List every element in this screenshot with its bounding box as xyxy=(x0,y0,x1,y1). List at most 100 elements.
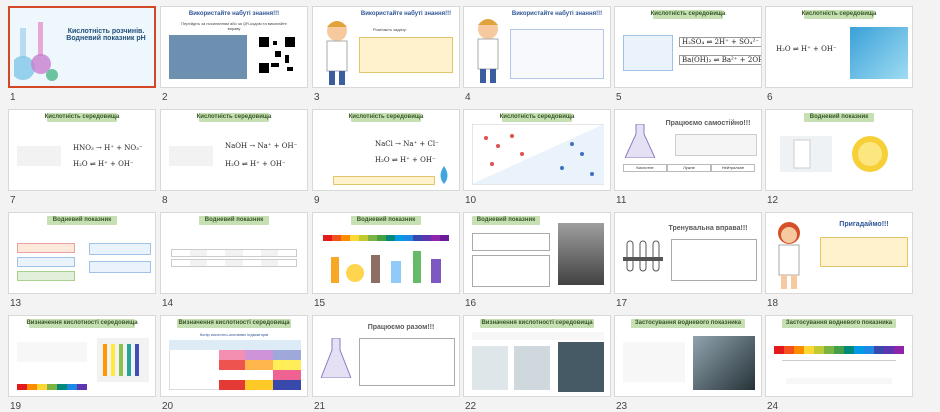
formula: H₂O ⇌ H⁺ + OH⁻ xyxy=(375,156,436,164)
flask-icon xyxy=(321,338,351,378)
slide-24-title: Застосування водневого показника xyxy=(785,320,893,326)
slide-5[interactable]: Кислотність середовища H₂SO₄ ⇌ 2H⁺ + SO₄… xyxy=(614,6,762,88)
info-box xyxy=(17,257,75,267)
qr-code-icon xyxy=(257,35,297,75)
slide-17[interactable]: Тренувальна вправа!!! xyxy=(614,212,762,294)
slide-number: 12 xyxy=(767,195,779,206)
slide-7[interactable]: Кислотність середовища HNO₃ → H⁺ + NO₃⁻ … xyxy=(8,109,156,191)
formula: Ba(OH)₂ ⇌ Ba²⁺ + 2OH⁻ xyxy=(679,55,761,65)
slide-20-subtitle: Колір кислотно-основних індикаторів xyxy=(199,332,269,337)
slide-6-title: Кислотність середовища xyxy=(801,11,877,17)
slide-number: 22 xyxy=(465,401,477,412)
slide-1-title: Кислотність розчинів. Водневий показник … xyxy=(66,28,146,42)
slide-number: 11 xyxy=(616,195,627,206)
slide-number: 1 xyxy=(10,92,16,103)
slide-2[interactable]: Використайте набуті знання!!! Перейдіть … xyxy=(160,6,308,88)
slide-number: 10 xyxy=(465,195,477,206)
info-box xyxy=(89,261,151,273)
slide-16-title: Водневий показник xyxy=(476,217,536,223)
slide-number: 9 xyxy=(314,195,320,206)
slide-18[interactable]: Пригадаймо!!! xyxy=(765,212,913,294)
flask-icon xyxy=(625,124,655,158)
slide-9[interactable]: Кислотність середовища NaCl → Na⁺ + Cl⁻ … xyxy=(312,109,460,191)
text-box xyxy=(472,233,550,251)
slide-sorter-grid: Кислотність розчинів. Водневий показник … xyxy=(0,0,940,412)
scientist-boy-illustration xyxy=(326,21,348,85)
slide-number: 15 xyxy=(314,298,326,309)
slide-number: 8 xyxy=(162,195,168,206)
slide-3[interactable]: Використайте набуті знання!!! Розв'яжіть… xyxy=(312,6,460,88)
slide-number: 21 xyxy=(314,401,326,412)
ph-scale-table xyxy=(171,249,297,257)
formula: NaOH → Na⁺ + OH⁻ xyxy=(225,142,298,150)
slide-12-title: Водневий показник xyxy=(809,114,869,120)
question-box xyxy=(820,237,908,267)
slide-5-title: Кислотність середовища xyxy=(650,11,726,17)
slide-number: 20 xyxy=(162,401,174,412)
caption-text xyxy=(786,378,892,384)
slide-24[interactable]: Застосування водневого показника xyxy=(765,315,913,397)
slide-number: 14 xyxy=(162,298,174,309)
info-box xyxy=(89,243,151,255)
column-alkaline: Лужне xyxy=(667,164,711,172)
slide-number: 23 xyxy=(616,401,628,412)
slide-2-title: Використайте набуті знання!!! xyxy=(188,11,280,17)
portrait-photo xyxy=(558,223,604,285)
slide-10-title: Кислотність середовища xyxy=(499,114,575,120)
slide-11-title: Працюємо самостійно!!! xyxy=(665,120,751,127)
slide-number: 3 xyxy=(314,92,320,103)
slide-6[interactable]: Кислотність середовища H₂O ⇌ H⁺ + OH⁻ xyxy=(765,6,913,88)
slide-23[interactable]: Застосування водневого показника xyxy=(614,315,762,397)
info-box xyxy=(17,243,75,253)
ph-color-scale xyxy=(17,384,87,390)
water-drop-icon xyxy=(440,166,448,184)
slide-16[interactable]: Водневий показник xyxy=(463,212,611,294)
formula: NaCl → Na⁺ + Cl⁻ xyxy=(375,140,439,148)
formula: H₂O ⇌ H⁺ + OH⁻ xyxy=(225,160,286,168)
slide-13[interactable]: Водневий показник xyxy=(8,212,156,294)
slide-15-title: Водневий показник xyxy=(356,217,416,223)
slide-13-title: Водневий показник xyxy=(52,217,112,223)
scale-numbers xyxy=(782,360,896,371)
ph-meter-image xyxy=(472,346,508,390)
ph-scale-table-row xyxy=(171,259,297,267)
info-box xyxy=(17,271,75,281)
formula: H₂O ⇌ H⁺ + OH⁻ xyxy=(73,160,134,168)
slide-3-text: Розв'яжіть задачу: xyxy=(373,27,407,32)
slide-14-title: Водневий показник xyxy=(204,217,264,223)
slide-1[interactable]: Кислотність розчинів. Водневий показник … xyxy=(8,6,156,88)
slide-number: 17 xyxy=(616,298,628,309)
ph-paper-image xyxy=(97,338,149,382)
answer-table-header: Кислотне Лужне Нейтральне xyxy=(623,164,755,172)
slide-number: 13 xyxy=(10,298,22,309)
note-text xyxy=(17,146,61,166)
slide-number: 4 xyxy=(465,92,471,103)
slide-15[interactable]: Водневий показник xyxy=(312,212,460,294)
slide-10[interactable]: Кислотність середовища xyxy=(463,109,611,191)
ph-meter-image xyxy=(514,346,550,390)
task-box xyxy=(359,338,455,386)
slide-number: 16 xyxy=(465,298,477,309)
note-text xyxy=(169,146,213,166)
slide-12[interactable]: Водневий показник xyxy=(765,109,913,191)
task-box xyxy=(510,29,604,79)
formula: HNO₃ → H⁺ + NO₃⁻ xyxy=(73,144,143,152)
slide-number: 19 xyxy=(10,401,22,412)
slide-23-title: Застосування водневого показника xyxy=(634,320,742,326)
slide-22[interactable]: Визначення кислотності середовища xyxy=(463,315,611,397)
ph-color-scale xyxy=(323,235,449,241)
milk-lemon-images xyxy=(780,136,888,172)
slide-19[interactable]: Визначення кислотності середовища xyxy=(8,315,156,397)
slide-11[interactable]: Працюємо самостійно!!! Кислотне Лужне Не… xyxy=(614,109,762,191)
slide-21[interactable]: Працюємо разом!!! xyxy=(312,315,460,397)
slide-14[interactable]: Водневий показник xyxy=(160,212,308,294)
slide-8-title: Кислотність середовища xyxy=(196,114,272,120)
slide-18-title: Пригадаймо!!! xyxy=(839,221,889,228)
scientist-boy-illustration xyxy=(477,19,499,83)
flasks-illustration xyxy=(14,22,58,81)
slide-20[interactable]: Визначення кислотності середовища Колір … xyxy=(160,315,308,397)
slide-number: 24 xyxy=(767,401,779,412)
formula: H₂O ⇌ H⁺ + OH⁻ xyxy=(776,45,837,53)
slide-8[interactable]: Кислотність середовища NaOH → Na⁺ + OH⁻ … xyxy=(160,109,308,191)
slide-4[interactable]: Використайте набуті знання!!! xyxy=(463,6,611,88)
